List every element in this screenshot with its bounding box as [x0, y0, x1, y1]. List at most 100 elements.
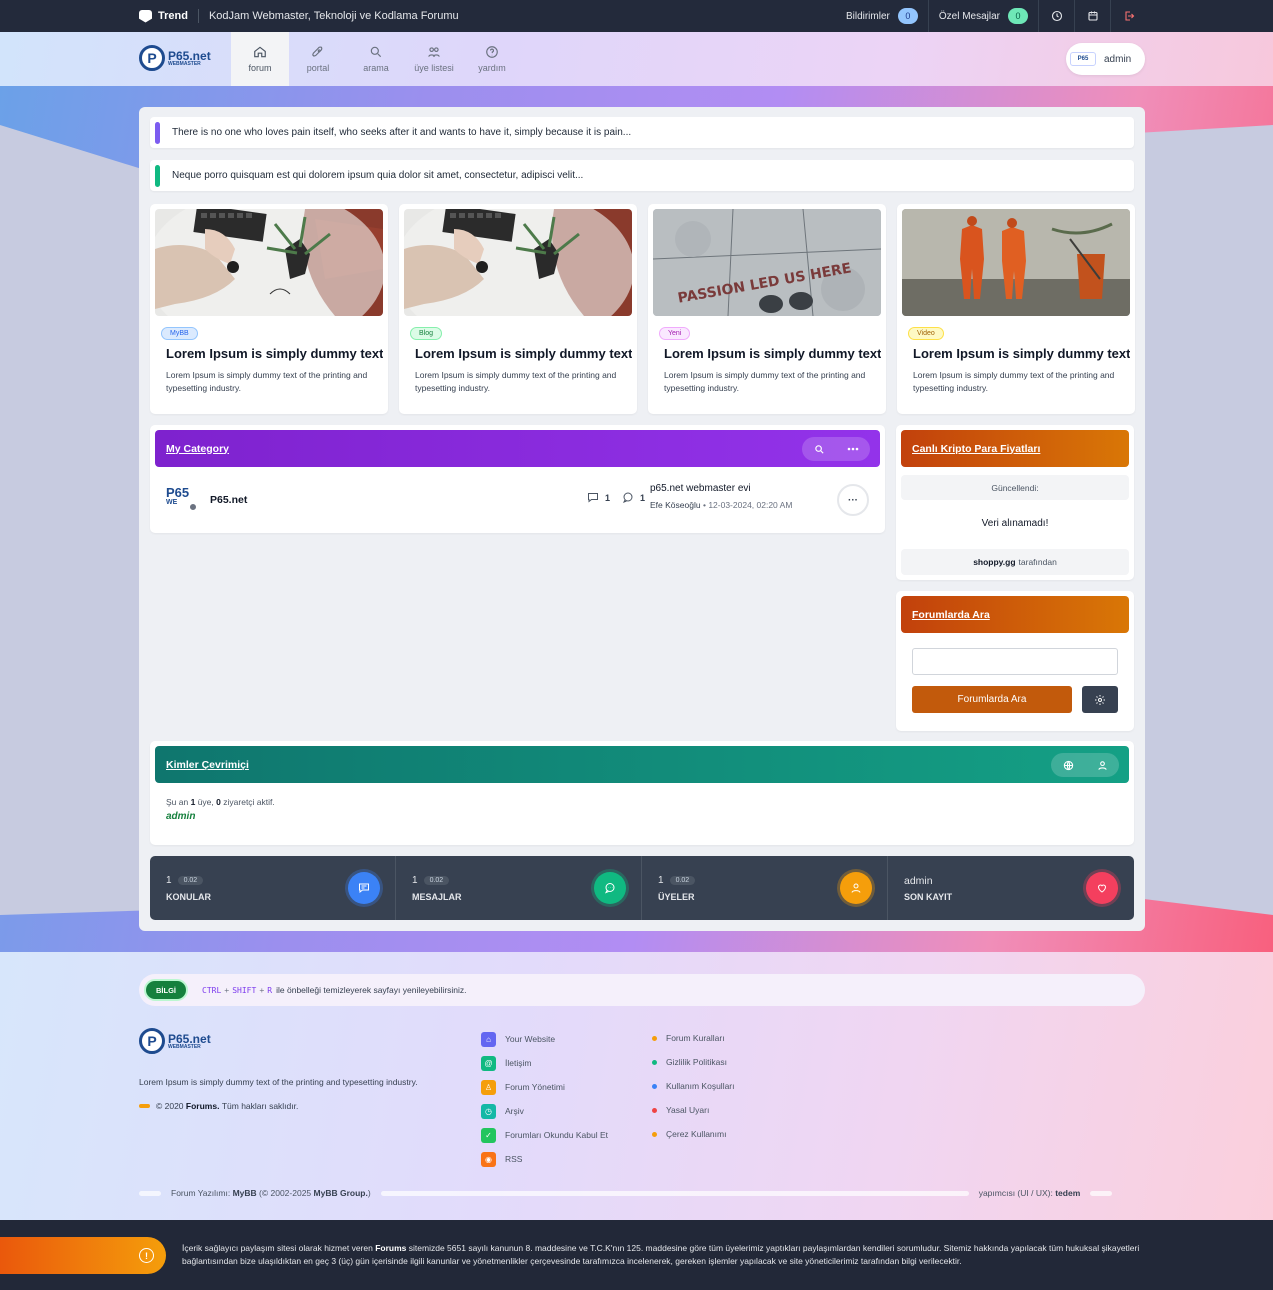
category-badge[interactable]: Yeni	[659, 327, 691, 340]
online-members: 1	[190, 797, 196, 807]
nav-member-list[interactable]: üye listesi	[405, 32, 463, 86]
footer-link[interactable]: ◉ RSS	[481, 1147, 608, 1171]
stat-label: MESAJLAR	[412, 892, 462, 902]
nav-portal[interactable]: portal	[289, 32, 347, 86]
home-icon: ⌂	[481, 1031, 496, 1047]
footer-link[interactable]: ⌂ Your Website	[481, 1027, 608, 1051]
search-header[interactable]: Forumlarda Ara	[901, 596, 1129, 633]
footer-logo[interactable]: P P65.net WEBMASTER	[139, 1028, 211, 1054]
trend-brand[interactable]: Trend	[139, 9, 188, 23]
footer-link-label: İletişim	[505, 1058, 532, 1068]
card-title[interactable]: Lorem Ipsum is simply dummy text of the …	[415, 346, 632, 361]
logo-mark: P	[139, 1028, 165, 1054]
powered-prefix: Forum Yazılımı:	[171, 1188, 231, 1198]
forum-search-button[interactable]: Forumlarda Ara	[912, 686, 1072, 713]
category-badge[interactable]: Video	[908, 327, 944, 340]
footer-rule-link[interactable]: Kullanım Koşulları	[652, 1074, 735, 1098]
site-title[interactable]: KodJam Webmaster, Teknoloji ve Kodlama F…	[209, 10, 459, 22]
powered-brand[interactable]: MyBB	[233, 1188, 257, 1198]
source-brand[interactable]: shoppy.gg	[973, 557, 1015, 567]
main-nav: forum portal arama üye listesi yardım	[231, 32, 521, 86]
crypto-title[interactable]: Canlı Kripto Para Fiyatları	[912, 443, 1040, 455]
featured-card[interactable]: Blog Lorem Ipsum is simply dummy text of…	[399, 204, 637, 414]
forum-search-input[interactable]	[912, 648, 1118, 675]
footer-rule-link[interactable]: Forum Kuralları	[652, 1026, 735, 1050]
legal-text-a: İçerik sağlayıcı paylaşım sitesi olarak …	[182, 1243, 373, 1253]
card-title[interactable]: Lorem Ipsum is simply dummy text of the …	[166, 346, 383, 361]
search-title[interactable]: Forumlarda Ara	[912, 609, 990, 621]
rule-label: Forum Kuralları	[666, 1033, 725, 1043]
rule-label: Gizlilik Politikası	[666, 1057, 727, 1067]
private-messages-button[interactable]: Özel Mesajlar 0	[929, 0, 1039, 32]
bullet	[652, 1107, 657, 1113]
category-title[interactable]: My Category	[166, 443, 229, 455]
stat-value: 1	[412, 875, 418, 886]
footer-rule-link[interactable]: Gizlilik Politikası	[652, 1050, 735, 1074]
footer-link[interactable]: ♙ Forum Yönetimi	[481, 1075, 608, 1099]
online-prefix: Şu an	[166, 797, 189, 807]
nav-search[interactable]: arama	[347, 32, 405, 86]
crypto-panel: Canlı Kripto Para Fiyatları Güncellendi:…	[896, 425, 1134, 580]
advanced-search-button[interactable]	[1082, 686, 1118, 713]
bullet	[652, 1083, 657, 1089]
online-user-link[interactable]: admin	[166, 811, 195, 822]
last-post-user[interactable]: Efe Köseoğlu	[650, 500, 701, 510]
card-image: PASSION LED US HERE	[653, 209, 881, 316]
alert-icon: !	[139, 1248, 154, 1263]
main-header: P P65.net WEBMASTER forum portal arama ü…	[0, 32, 1273, 86]
users-icon[interactable]	[1085, 753, 1119, 777]
card-title[interactable]: Lorem Ipsum is simply dummy text of the …	[913, 346, 1130, 361]
avatar: P65	[1070, 52, 1096, 66]
featured-card[interactable]: PASSION LED US HERE Yeni Lorem Ipsum is …	[648, 204, 886, 414]
nav-help[interactable]: yardım	[463, 32, 521, 86]
featured-card[interactable]: MyBB Lorem Ipsum is simply dummy text of…	[150, 204, 388, 414]
whos-online-header[interactable]: Kimler Çevrimiçi	[155, 746, 1129, 783]
footer-link-label: Arşiv	[505, 1106, 524, 1116]
copy-prefix: © 2020	[156, 1101, 184, 1111]
category-badge[interactable]: MyBB	[161, 327, 198, 340]
info-bar: BİLGİ CTRL + SHIFT + R ile önbelleği tem…	[139, 974, 1145, 1006]
site-logo[interactable]: P P65.net WEBMASTER	[139, 45, 211, 71]
design-author[interactable]: tedem	[1055, 1188, 1080, 1198]
category-header[interactable]: My Category	[155, 430, 880, 467]
user-menu[interactable]: P65 admin	[1066, 43, 1145, 75]
nav-forum[interactable]: forum	[231, 32, 289, 86]
footer-link-label: Forumları Okundu Kabul Et	[505, 1130, 608, 1140]
nav-label: yardım	[478, 63, 506, 73]
announcement[interactable]: Neque porro quisquam est qui dolorem ips…	[150, 160, 1134, 191]
footer-rule-link[interactable]: Çerez Kullanımı	[652, 1122, 735, 1146]
bullet	[652, 1059, 657, 1065]
users-icon	[840, 872, 872, 904]
calendar-icon[interactable]	[1075, 0, 1111, 32]
category-badge[interactable]: Blog	[410, 327, 443, 340]
announcement[interactable]: There is no one who loves pain itself, w…	[150, 117, 1134, 148]
nav-label: üye listesi	[414, 63, 454, 73]
card-image	[155, 209, 383, 316]
forum-more-button[interactable]: ···	[837, 484, 869, 516]
logo-mark: P	[139, 45, 165, 71]
powered-group[interactable]: MyBB Group.	[314, 1188, 368, 1198]
forum-icon[interactable]: P65 WE	[166, 486, 200, 514]
clock-icon[interactable]	[1039, 0, 1075, 32]
search-icon[interactable]	[802, 437, 836, 461]
card-title[interactable]: Lorem Ipsum is simply dummy text of the …	[664, 346, 881, 361]
last-post-title[interactable]: p65.net webmaster evi	[650, 483, 792, 494]
globe-icon[interactable]	[1051, 753, 1085, 777]
footer-link[interactable]: ◷ Arşiv	[481, 1099, 608, 1123]
logout-icon[interactable]	[1111, 0, 1147, 32]
more-icon[interactable]	[836, 437, 870, 461]
crypto-header[interactable]: Canlı Kripto Para Fiyatları	[901, 430, 1129, 467]
card-description: Lorem Ipsum is simply dummy text of the …	[166, 370, 368, 393]
forum-name[interactable]: P65.net	[210, 494, 247, 506]
footer-link[interactable]: ✓ Forumları Okundu Kabul Et	[481, 1123, 608, 1147]
newest-member[interactable]: admin	[904, 875, 933, 887]
featured-card[interactable]: Video Lorem Ipsum is simply dummy text o…	[897, 204, 1135, 414]
divider	[197, 9, 199, 23]
whos-online-title[interactable]: Kimler Çevrimiçi	[166, 759, 249, 771]
notifications-button[interactable]: Bildirimler 0	[836, 0, 929, 32]
footer-rule-link[interactable]: Yasal Uyarı	[652, 1098, 735, 1122]
last-post-separator: •	[702, 500, 706, 510]
card-description: Lorem Ipsum is simply dummy text of the …	[664, 370, 866, 393]
footer-link[interactable]: @ İletişim	[481, 1051, 608, 1075]
powered-end: )	[367, 1188, 371, 1198]
